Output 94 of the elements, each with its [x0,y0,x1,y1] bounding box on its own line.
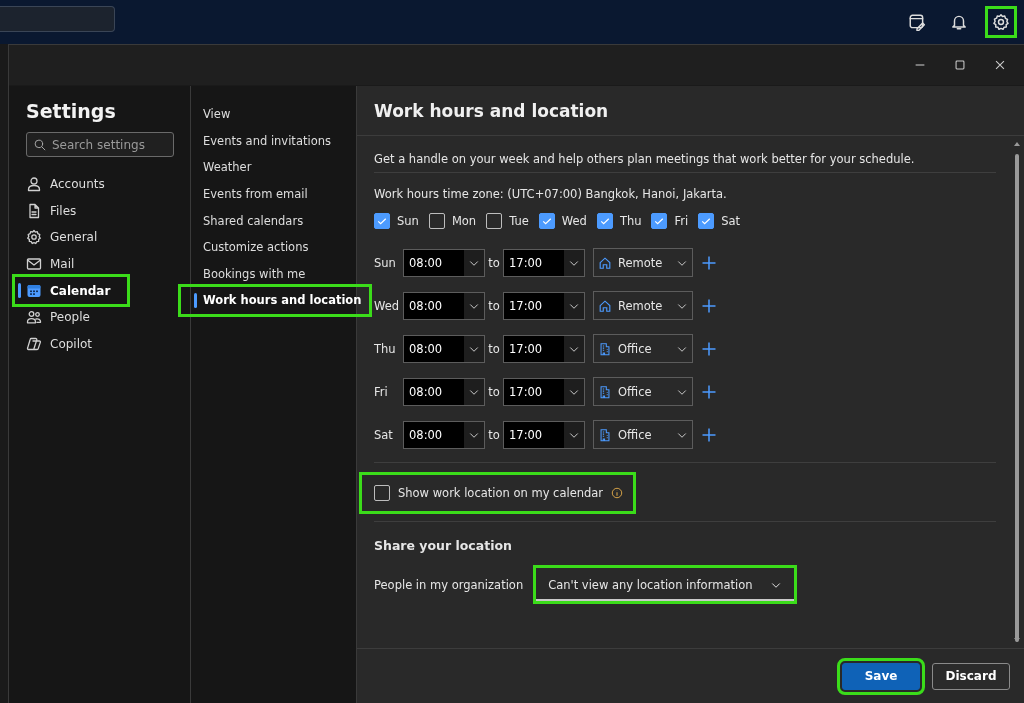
section-heading: Share your location [374,538,513,553]
check-icon [653,215,666,227]
to-label: to [487,427,501,442]
checkbox-label: Show work location on my calendar [398,486,604,500]
nav-item[interactable]: View [191,101,237,128]
day-label: Fri [674,214,689,228]
checkbox[interactable] [374,213,390,229]
start-time-dropdown[interactable]: 08:00 [403,291,485,320]
day-label: Sat [721,214,741,228]
location-dropdown[interactable]: Remote [593,248,693,277]
end-time-dropdown[interactable]: 17:00 [503,248,585,277]
check-icon [540,215,553,227]
info-icon [611,487,624,499]
nav-item[interactable]: Work hours and location [181,287,370,314]
plus-icon [701,254,717,271]
add-button[interactable] [701,426,717,443]
nav-item[interactable]: General [9,224,104,251]
end-time-dropdown[interactable]: 17:00 [503,420,585,449]
start-time-dropdown[interactable]: 08:00 [403,334,485,363]
search-icon [34,139,46,151]
to-label: to [487,384,501,399]
day-label: Fri [374,384,389,399]
file-icon [26,202,42,219]
checkbox[interactable] [651,213,668,229]
bell-icon [950,13,968,31]
end-time-dropdown[interactable]: 17:00 [503,291,585,320]
nav-item[interactable]: People [9,303,96,331]
nav-item[interactable]: Customize actions [191,233,315,261]
person-icon [26,176,42,193]
checkbox[interactable] [538,213,555,229]
search-field[interactable]: Search settings [26,132,174,157]
add-button[interactable] [701,383,717,400]
description-text: Get a handle on your week and help others plan meetings that work better for your schedule. [374,152,916,168]
settings-title: Settings [26,100,117,122]
nav-item[interactable]: Bookings with me [191,260,312,288]
to-label: to [487,298,501,313]
check-icon [598,215,611,227]
timezone-text: Work hours time zone: (UTC+07:00) Bangkok, Hanoi, Jakarta. [374,187,728,201]
location-dropdown[interactable]: Office [593,420,693,449]
end-time-dropdown[interactable]: 17:00 [503,377,585,406]
end-time-dropdown[interactable]: 17:00 [503,334,585,363]
checkbox[interactable] [428,213,445,229]
location-dropdown[interactable]: Remote [593,291,693,320]
nav-item[interactable]: Calendar [15,277,127,304]
nav-item[interactable]: Shared calendars [191,207,310,234]
day-label: Wed [561,214,587,228]
day-label: Sat [374,427,394,442]
checkbox[interactable] [486,213,503,229]
checkbox[interactable] [596,213,613,229]
to-label: to [487,341,501,356]
check-icon [700,215,713,227]
settings-button[interactable] [986,7,1016,37]
plus-icon [701,297,717,314]
field-label: People in my organization [374,577,524,592]
day-label: Thu [374,341,397,356]
day-label: Tue [509,214,529,228]
day-label: Sun [374,255,397,270]
close-icon [993,58,1007,72]
nav-item[interactable]: Weather [191,154,258,181]
add-button[interactable] [701,340,717,357]
settings-icon [26,229,42,246]
checkbox[interactable] [698,213,715,229]
day-label: Mon [451,214,477,228]
mail-icon [26,256,42,273]
settings-icon [992,13,1010,31]
location-dropdown[interactable]: Office [593,377,693,406]
day-label: Sun [397,214,419,228]
start-time-dropdown[interactable]: 08:00 [403,420,485,449]
plus-icon [701,383,717,400]
check-icon [376,215,388,227]
nav-item[interactable]: Mail [9,250,81,278]
location-dropdown[interactable]: Office [593,334,693,363]
calendar-edit-icon [908,13,926,31]
add-button[interactable] [701,297,717,314]
maximize-icon [953,58,967,72]
nav-item[interactable]: Events and invitations [191,127,337,155]
start-time-dropdown[interactable]: 08:00 [403,248,485,277]
people-icon [26,309,42,326]
nav-item[interactable]: Events from email [191,180,314,208]
nav-item[interactable]: Copilot [9,330,99,358]
nav-item[interactable]: Files [9,197,83,225]
panel-title: Work hours and location [374,100,609,121]
plus-icon [701,426,717,443]
nav-item[interactable]: Accounts [9,171,111,198]
to-label: to [487,255,501,270]
day-label: Thu [619,214,642,228]
add-button[interactable] [701,254,717,271]
search-field[interactable] [0,6,115,32]
discard-button[interactable]: Discard [932,662,1010,690]
checkbox[interactable] [374,485,390,501]
plus-icon [701,340,717,357]
calendar-icon [26,282,42,299]
start-time-dropdown[interactable]: 08:00 [403,377,485,406]
day-label: Wed [374,298,401,313]
